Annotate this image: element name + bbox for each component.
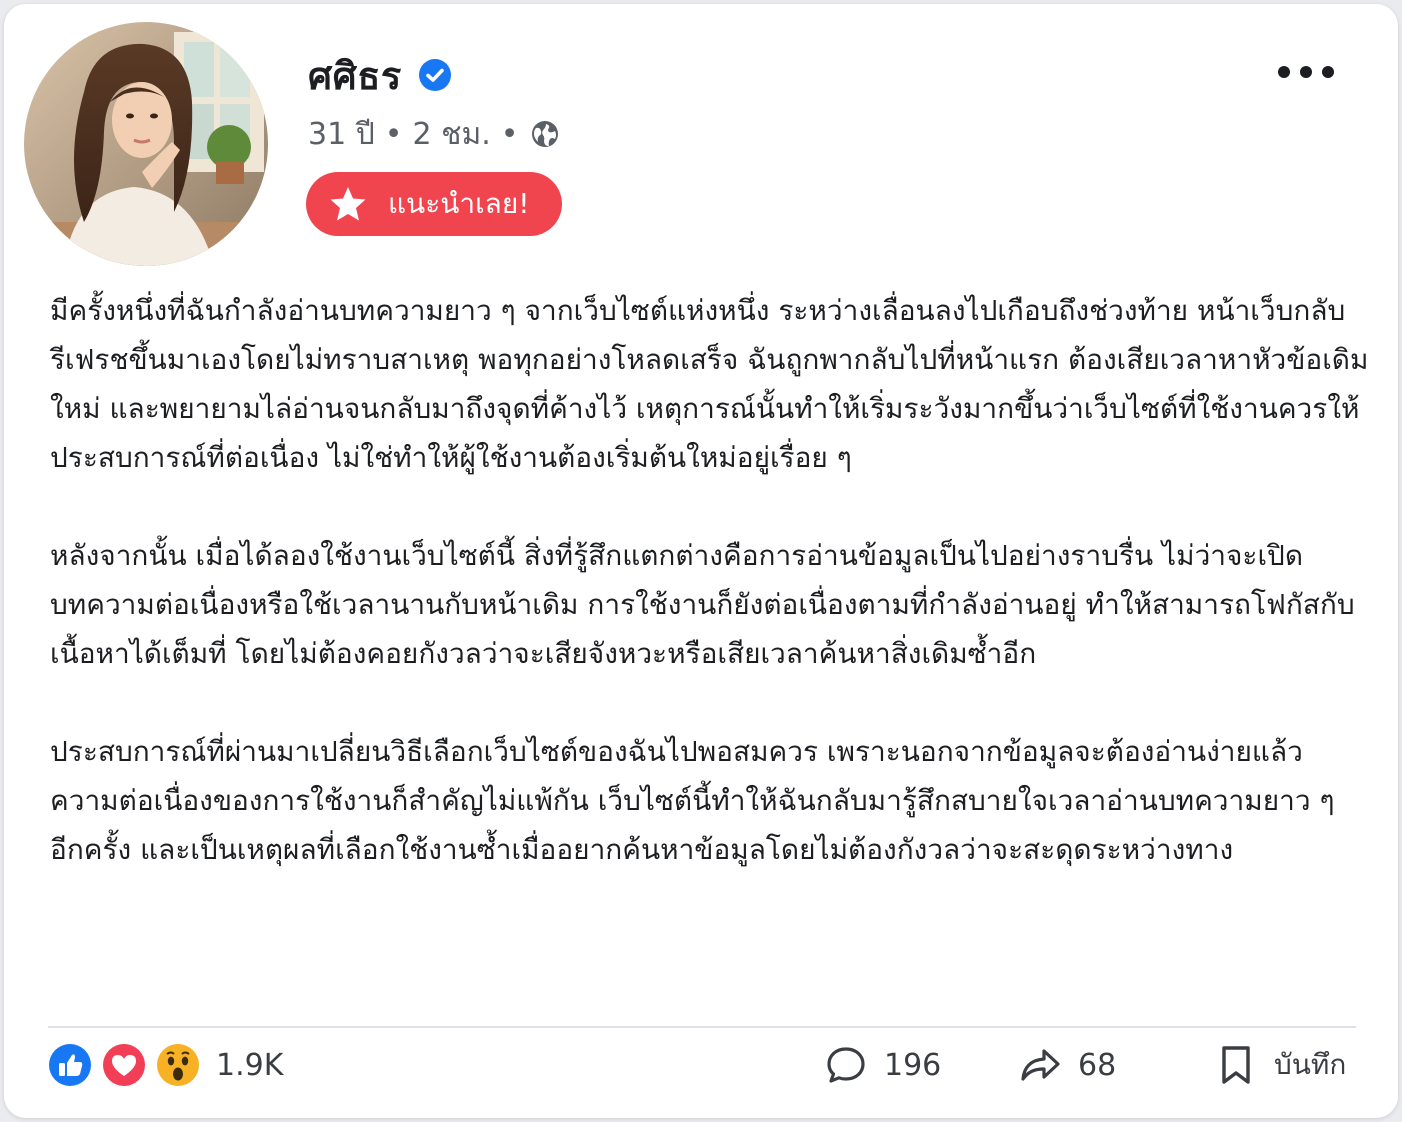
globe-icon[interactable]: [530, 119, 560, 149]
reactions-count: 1.9K: [216, 1047, 284, 1083]
like-icon: [49, 1044, 91, 1086]
share-button[interactable]: 68: [1018, 1040, 1116, 1090]
post-paragraph: มีครั้งหนึ่งที่ฉันกำลังอ่านบทความยาว ๆ จ…: [50, 294, 1369, 474]
recommend-label: แนะนำเลย!: [388, 187, 530, 220]
author-name[interactable]: ศศิธร: [308, 45, 402, 106]
shares-count: 68: [1078, 1047, 1117, 1083]
more-options-button[interactable]: [1278, 56, 1334, 88]
comment-button[interactable]: 196: [824, 1040, 941, 1090]
bookmark-icon: [1222, 1046, 1250, 1084]
save-label: บันทึก: [1274, 1048, 1347, 1081]
more-dot: [1278, 66, 1290, 78]
post-body: มีครั้งหนึ่งที่ฉันกำลังอ่านบทความยาว ๆ จ…: [50, 286, 1370, 923]
post-paragraph: ประสบการณ์ที่ผ่านมาเปลี่ยนวิธีเลือกเว็บไ…: [50, 735, 1335, 866]
post-meta: 31 ปี • 2 ชม. •: [308, 112, 560, 156]
share-icon: [1021, 1049, 1060, 1081]
meta-separator: •: [384, 116, 403, 152]
reactions-summary[interactable]: 1.9K: [48, 1040, 283, 1090]
recommend-badge[interactable]: แนะนำเลย!: [306, 172, 562, 236]
meta-separator: •: [500, 116, 519, 152]
more-dot: [1322, 66, 1334, 78]
footer-divider: [48, 1026, 1356, 1028]
post-footer: 1.9K 196 68 บันทึก: [48, 1040, 1356, 1100]
wow-icon: [157, 1044, 199, 1086]
love-icon: [103, 1044, 145, 1086]
author-header: ศศิธร: [308, 48, 452, 102]
star-icon: [330, 187, 366, 221]
post-time[interactable]: 2 ชม.: [412, 111, 490, 158]
post-paragraph: หลังจากนั้น เมื่อได้ลองใช้งานเว็บไซต์นี้…: [50, 539, 1355, 670]
comments-count: 196: [884, 1047, 942, 1083]
post-card: ศศิธร 31 ปี • 2 ชม. • แนะนำเลย! มีครั้งห…: [4, 4, 1398, 1118]
more-dot: [1300, 66, 1312, 78]
author-avatar[interactable]: [24, 22, 268, 266]
author-age: 31 ปี: [308, 116, 375, 152]
comment-icon: [827, 1047, 865, 1083]
verified-badge-icon: [418, 59, 451, 91]
save-button[interactable]: บันทึก: [1214, 1040, 1346, 1090]
